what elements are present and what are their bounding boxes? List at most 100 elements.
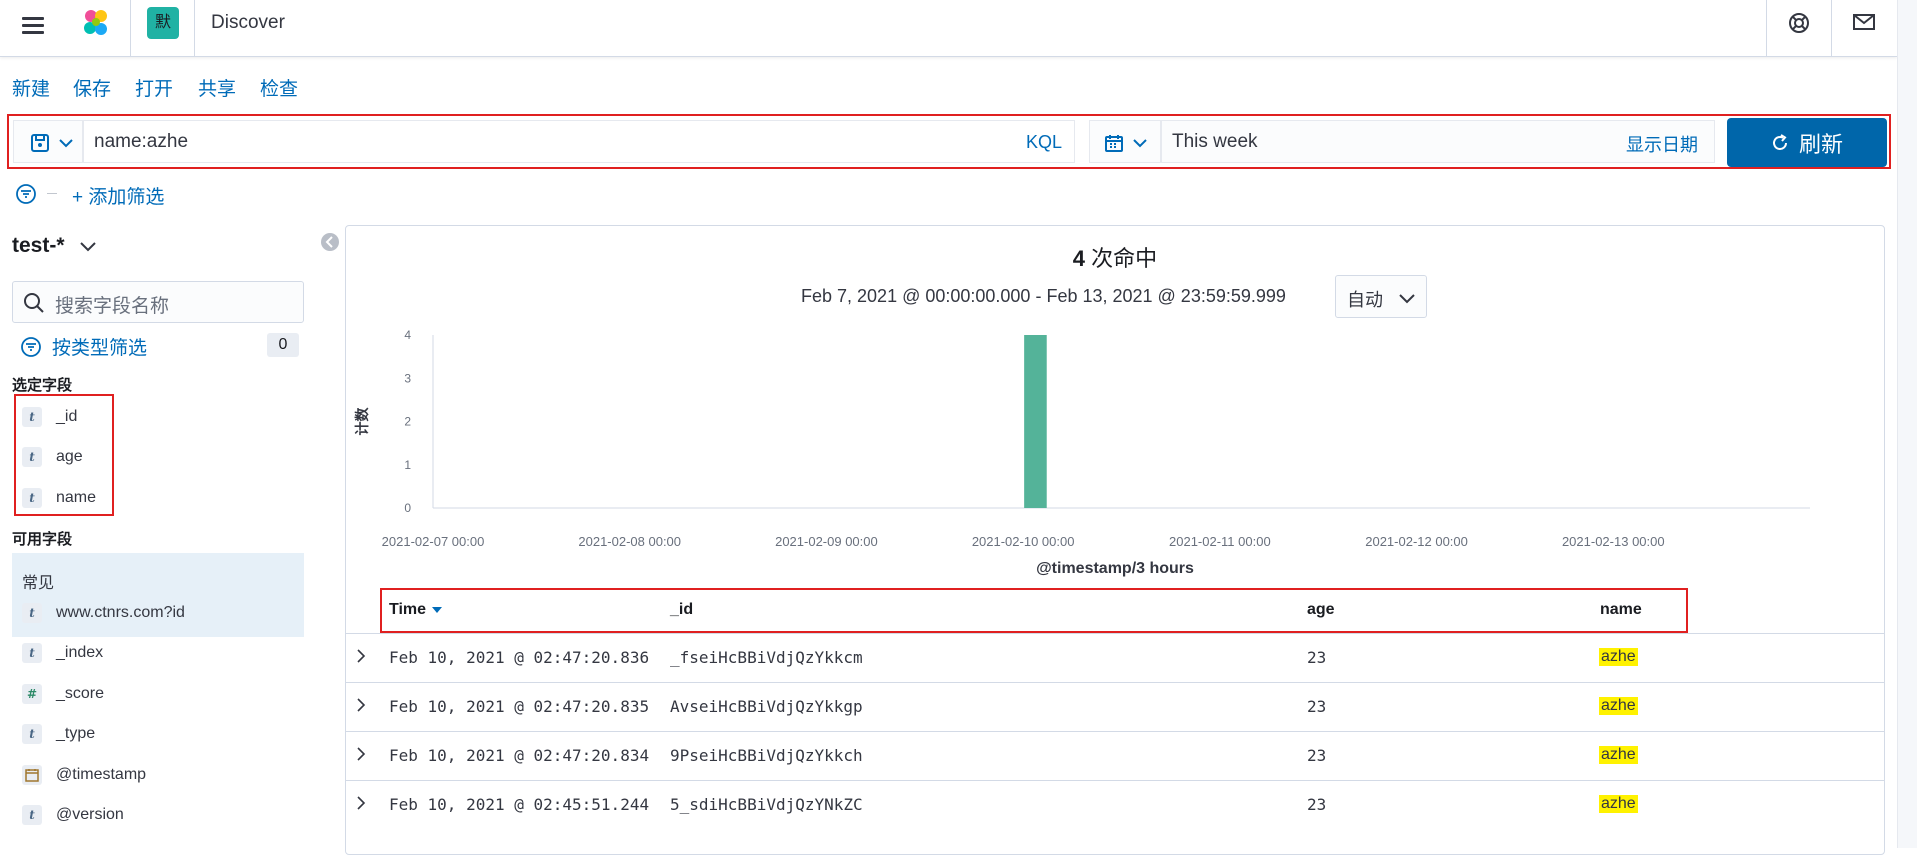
expand-row-icon[interactable] bbox=[356, 746, 366, 762]
string-type-icon: t bbox=[22, 724, 42, 744]
expand-row-icon[interactable] bbox=[356, 795, 366, 811]
header-divider bbox=[1831, 0, 1832, 57]
age-cell: 23 bbox=[1307, 795, 1327, 814]
time-cell: Feb 10, 2021 @ 02:47:20.834 bbox=[389, 746, 650, 765]
refresh-icon bbox=[1773, 133, 1787, 150]
query-text: name:azhe bbox=[94, 131, 189, 152]
table-row[interactable]: Feb 10, 2021 @ 02:45:51.244 5_sdiHcBBiVd… bbox=[345, 780, 1885, 829]
time-cell: Feb 10, 2021 @ 02:47:20.836 bbox=[389, 648, 650, 667]
open-button[interactable]: 打开 bbox=[135, 74, 173, 101]
number-type-icon: # bbox=[22, 684, 42, 704]
show-dates-button[interactable]: 显示日期 bbox=[1626, 131, 1698, 157]
right-scrollbar[interactable] bbox=[1897, 0, 1917, 848]
saved-query-button[interactable] bbox=[13, 120, 83, 163]
collapse-sidebar-icon[interactable] bbox=[321, 233, 339, 251]
field-item-version[interactable]: t @version bbox=[22, 802, 124, 828]
string-type-icon: t bbox=[22, 643, 42, 663]
new-button[interactable]: 新建 bbox=[12, 74, 50, 101]
filter-count-badge: 0 bbox=[267, 333, 299, 357]
index-pattern-selector[interactable]: test-* bbox=[12, 234, 97, 258]
y-tick-label: 4 bbox=[404, 328, 411, 342]
index-pattern-label: test-* bbox=[12, 234, 65, 257]
mail-icon[interactable] bbox=[1852, 12, 1876, 37]
expand-row-icon[interactable] bbox=[356, 648, 366, 664]
table-row[interactable]: Feb 10, 2021 @ 02:47:20.835 AvseiHcBBiVd… bbox=[345, 682, 1885, 731]
field-name: @version bbox=[56, 806, 124, 823]
x-tick-label: 2021-02-12 00:00 bbox=[1365, 534, 1468, 549]
filter-separator bbox=[47, 193, 57, 194]
date-quick-menu[interactable] bbox=[1089, 120, 1161, 163]
filter-options-icon[interactable] bbox=[15, 183, 37, 210]
field-item-index[interactable]: t _index bbox=[22, 640, 103, 666]
y-tick-label: 2 bbox=[404, 415, 411, 429]
time-range-display[interactable]: This week 显示日期 bbox=[1161, 120, 1715, 163]
column-header-age[interactable]: age bbox=[1307, 601, 1335, 619]
field-name: _index bbox=[56, 644, 104, 661]
field-item-age[interactable]: t age bbox=[22, 444, 83, 470]
id-cell: AvseiHcBBiVdjQzYkkgp bbox=[670, 697, 863, 716]
field-item-timestamp[interactable]: @timestamp bbox=[22, 762, 146, 788]
x-tick-label: 2021-02-11 00:00 bbox=[1169, 534, 1271, 549]
space-avatar[interactable]: 默 bbox=[147, 7, 179, 39]
filter-by-type-button[interactable]: 按类型筛选 bbox=[20, 333, 147, 360]
top-header: 默 Discover bbox=[0, 0, 1897, 57]
refresh-button[interactable]: 刷新 bbox=[1727, 118, 1887, 167]
string-type-icon: t bbox=[22, 407, 42, 427]
field-name: _id bbox=[56, 408, 78, 425]
filter-by-type-label: 按类型筛选 bbox=[52, 338, 148, 359]
hits-time-range: Feb 7, 2021 @ 00:00:00.000 - Feb 13, 202… bbox=[801, 286, 1286, 306]
save-button[interactable]: 保存 bbox=[73, 74, 111, 101]
inspect-button[interactable]: 检查 bbox=[260, 74, 298, 101]
header-divider bbox=[194, 0, 195, 57]
column-header-time[interactable]: Time bbox=[389, 601, 443, 619]
add-filter-button[interactable]: + 添加筛选 bbox=[72, 182, 164, 209]
id-cell: 9PseiHcBBiVdjQzYkkch bbox=[670, 746, 863, 765]
field-item-type[interactable]: t _type bbox=[22, 721, 95, 747]
calendar-icon bbox=[1105, 135, 1123, 152]
field-item-id[interactable]: t _id bbox=[22, 404, 77, 430]
menu-icon[interactable] bbox=[22, 13, 44, 38]
share-button[interactable]: 共享 bbox=[198, 74, 236, 101]
query-input[interactable]: name:azhe KQL bbox=[83, 120, 1075, 163]
interval-select[interactable]: 自动 bbox=[1335, 275, 1427, 318]
x-axis-label: @timestamp/3 hours bbox=[1036, 560, 1194, 577]
table-header-highlight bbox=[380, 588, 1688, 633]
refresh-label: 刷新 bbox=[1798, 131, 1843, 157]
column-header-name[interactable]: name bbox=[1600, 601, 1642, 619]
expand-row-icon[interactable] bbox=[356, 697, 366, 713]
y-axis-label: 计数 bbox=[354, 407, 371, 436]
y-tick-label: 1 bbox=[404, 458, 411, 472]
sort-desc-icon[interactable] bbox=[432, 606, 443, 614]
histogram-bar[interactable] bbox=[1024, 335, 1047, 508]
name-cell: azhe bbox=[1599, 697, 1638, 715]
field-name: _score bbox=[56, 685, 105, 702]
hits-count: 4 次命中 bbox=[345, 241, 1885, 273]
field-search-input[interactable]: 搜索字段名称 bbox=[12, 281, 304, 323]
name-cell: azhe bbox=[1599, 648, 1638, 666]
column-header-id[interactable]: _id bbox=[670, 601, 693, 619]
field-item-score[interactable]: # _score bbox=[22, 681, 104, 707]
help-icon[interactable] bbox=[1787, 11, 1811, 40]
elastic-logo-icon[interactable] bbox=[80, 7, 112, 39]
table-row[interactable]: Feb 10, 2021 @ 02:47:20.834 9PseiHcBBiVd… bbox=[345, 731, 1885, 780]
id-cell: _fseiHcBBiVdjQzYkkcm bbox=[670, 648, 863, 667]
field-item-name[interactable]: t name bbox=[22, 485, 96, 511]
date-type-icon bbox=[22, 765, 42, 785]
field-item-ctnrs[interactable]: t www.ctnrs.com?id bbox=[22, 600, 185, 626]
kql-button[interactable]: KQL bbox=[1026, 132, 1062, 153]
histogram-chart: 计数 0 1 2 3 4 2021-02-07 00:00 2021-02-08 00:0… bbox=[354, 328, 1810, 549]
chevron-down-icon bbox=[1133, 139, 1147, 148]
search-icon bbox=[24, 293, 44, 313]
available-fields-title: 可用字段 bbox=[12, 531, 73, 548]
id-cell: 5_sdiHcBBiVdjQzYNkZC bbox=[670, 795, 863, 814]
name-cell: azhe bbox=[1599, 795, 1638, 813]
search-placeholder: 搜索字段名称 bbox=[55, 296, 170, 317]
age-cell: 23 bbox=[1307, 697, 1327, 716]
time-cell: Feb 10, 2021 @ 02:47:20.835 bbox=[389, 697, 650, 716]
x-tick-label: 2021-02-07 00:00 bbox=[382, 534, 485, 549]
x-tick-label: 2021-02-13 00:00 bbox=[1562, 534, 1665, 549]
hits-label: 次命中 bbox=[1091, 246, 1158, 271]
header-divider bbox=[130, 0, 131, 57]
table-row[interactable]: Feb 10, 2021 @ 02:47:20.836 _fseiHcBBiVd… bbox=[345, 633, 1885, 682]
interval-value: 自动 bbox=[1347, 290, 1383, 310]
